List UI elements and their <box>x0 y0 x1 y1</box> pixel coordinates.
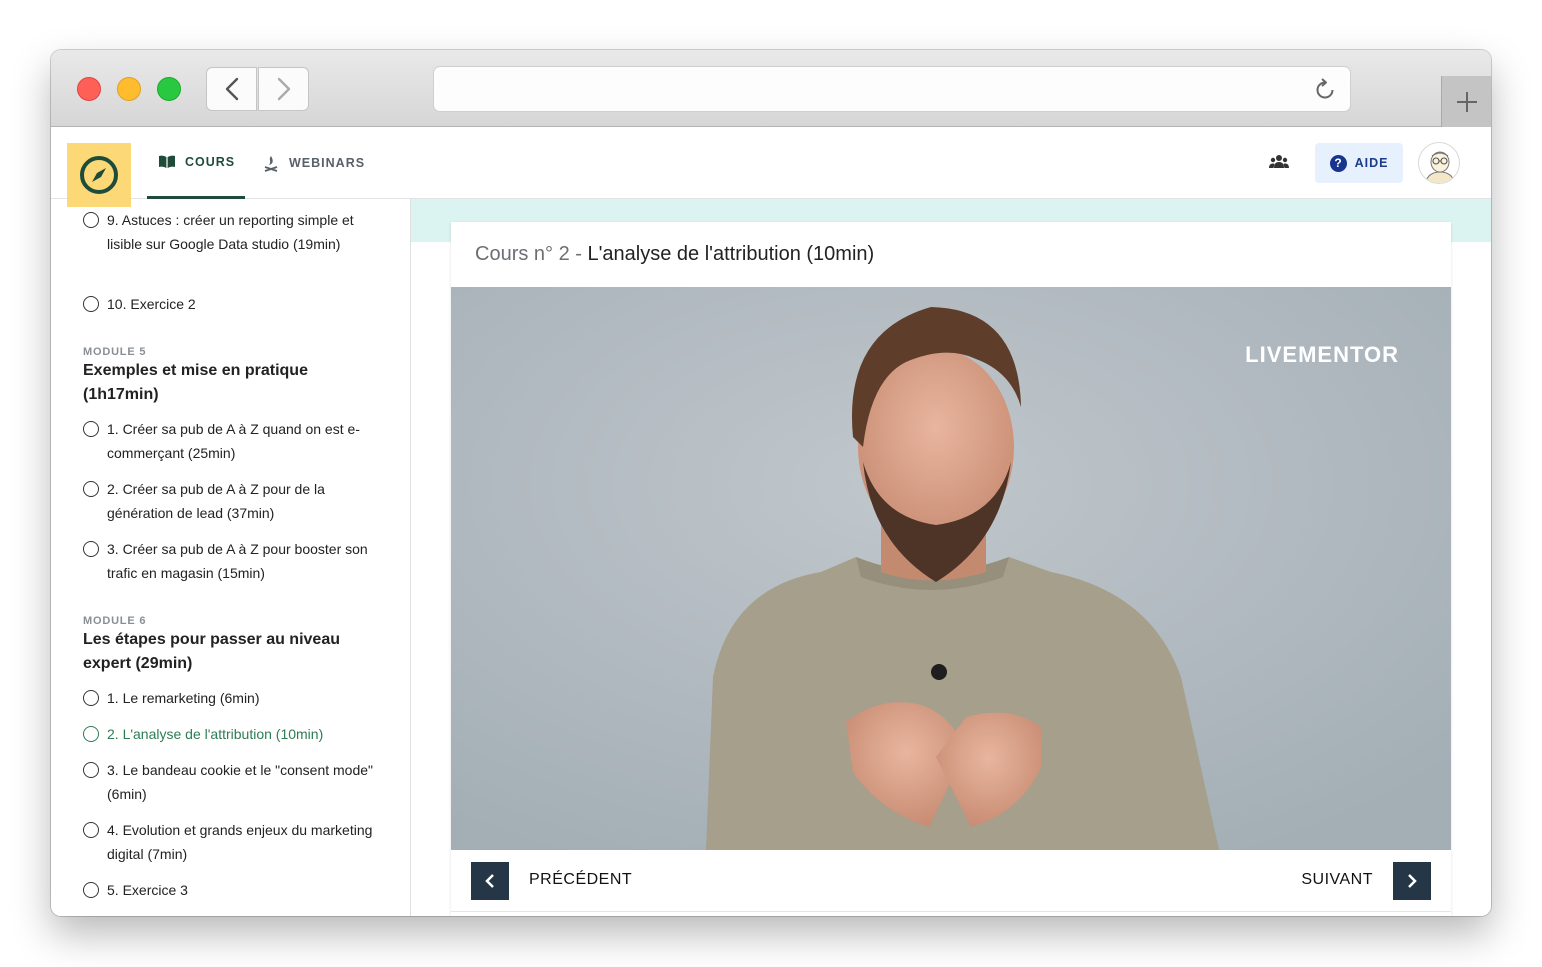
avatar-icon <box>1424 151 1456 183</box>
lesson-radio[interactable] <box>83 762 99 778</box>
lesson-label: 1. Créer sa pub de A à Z quand on est e-… <box>107 421 360 461</box>
lesson-item[interactable]: 4. Evolution et grands enjeux du marketi… <box>83 818 375 866</box>
lesson-radio[interactable] <box>83 726 99 742</box>
browser-back-button[interactable] <box>206 67 257 111</box>
lesson-card: Cours n° 2 - L'analyse de l'attribution … <box>451 222 1451 916</box>
lesson-label: 5. Exercice 3 <box>107 882 188 898</box>
lesson-radio[interactable] <box>83 690 99 706</box>
nav-tab-webinars[interactable]: WEBINARS <box>263 127 365 199</box>
help-label: AIDE <box>1354 156 1389 170</box>
lesson-radio[interactable] <box>83 882 99 898</box>
lesson-item-active[interactable]: 2. L'analyse de l'attribution (10min) <box>83 722 375 746</box>
lesson-item[interactable]: 2. Créer sa pub de A à Z pour de la géné… <box>83 477 375 525</box>
module-title: Exemples et mise en pratique (1h17min) <box>83 362 308 403</box>
lesson-pager: PRÉCÉDENT SUIVANT <box>451 850 1451 912</box>
chevron-left-icon <box>225 77 238 101</box>
lesson-item[interactable]: 9. Astuces : créer un reporting simple e… <box>83 208 375 256</box>
browser-forward-button[interactable] <box>258 67 309 111</box>
browser-toolbar <box>51 50 1491 127</box>
lesson-label: 3. Le bandeau cookie et le "consent mode… <box>107 762 374 802</box>
address-bar[interactable] <box>433 66 1351 112</box>
lesson-label: 10. Exercice 2 <box>107 296 196 312</box>
lesson-item[interactable]: 5. Exercice 3 <box>83 878 375 902</box>
lesson-item[interactable]: 3. Le bandeau cookie et le "consent mode… <box>83 758 375 806</box>
browser-window: COURS WEBINARS ? AIDE 9. Astuces: créer… <box>51 50 1491 916</box>
lesson-number: Cours n° 2 - <box>475 243 588 265</box>
lesson-label: 3. Créer sa pub de A à Z pour booster so… <box>107 541 368 581</box>
module-label: MODULE 5 <box>83 346 147 358</box>
previous-label[interactable]: PRÉCÉDENT <box>529 871 632 889</box>
chevron-right-icon <box>277 77 290 101</box>
compass-logo[interactable] <box>67 143 131 207</box>
module-title: Les étapes pour passer au niveau expert … <box>83 631 340 672</box>
app-header: COURS WEBINARS ? AIDE <box>51 127 1491 207</box>
lesson-title-text: L'analyse de l'attribution (10min) <box>587 243 875 265</box>
nav-tab-label: WEBINARS <box>289 156 366 170</box>
lesson-radio[interactable] <box>83 212 99 228</box>
next-label[interactable]: SUIVANT <box>1301 871 1373 889</box>
book-icon <box>159 155 175 168</box>
nav-tab-label: COURS <box>185 154 236 169</box>
course-outline-sidebar: 9. Astuces : créer un reporting simple e… <box>51 199 411 916</box>
lesson-label: 2. L'analyse de l'attribution (10min) <box>107 726 324 742</box>
lesson-item[interactable]: 3. Créer sa pub de A à Z pour booster so… <box>83 537 375 585</box>
chevron-left-icon <box>485 874 494 888</box>
new-tab-button[interactable] <box>1441 76 1491 127</box>
lesson-item[interactable]: 1. Le remarketing (6min) <box>83 686 375 710</box>
lesson-label: 2. Créer sa pub de A à Z pour de la géné… <box>107 481 325 521</box>
video-player[interactable]: LIVEMENTOR <box>451 287 1451 850</box>
lesson-radio[interactable] <box>83 822 99 838</box>
minimize-window-button[interactable] <box>117 77 141 101</box>
lesson-content: Cours n° 2 - L'analyse de l'attribution … <box>411 199 1491 916</box>
lesson-label: 4. Evolution et grands enjeux du marketi… <box>107 822 373 862</box>
module-label: MODULE 6 <box>83 615 147 627</box>
lesson-item[interactable]: 1. Créer sa pub de A à Z quand on est e-… <box>83 417 375 465</box>
nav-tab-cours[interactable]: COURS <box>147 127 245 199</box>
compass-icon <box>80 156 118 194</box>
chevron-right-icon <box>1408 874 1417 888</box>
plus-icon <box>1456 91 1477 112</box>
lesson-radio[interactable] <box>83 481 99 497</box>
previous-button[interactable] <box>471 862 509 900</box>
lesson-radio[interactable] <box>83 421 99 437</box>
community-icon[interactable] <box>1269 152 1289 172</box>
video-frame <box>451 287 1451 850</box>
lesson-item[interactable]: 10. Exercice 2 <box>83 292 375 316</box>
help-button[interactable]: ? AIDE <box>1315 143 1403 183</box>
close-window-button[interactable] <box>77 77 101 101</box>
lesson-label: 1. Le remarketing (6min) <box>107 690 260 706</box>
lesson-radio[interactable] <box>83 296 99 312</box>
next-button[interactable] <box>1393 862 1431 900</box>
maximize-window-button[interactable] <box>157 77 181 101</box>
lesson-title: Cours n° 2 - L'analyse de l'attribution … <box>475 243 874 266</box>
lesson-label: 9. Astuces : créer un reporting simple e… <box>107 212 354 252</box>
user-avatar[interactable] <box>1418 142 1460 184</box>
video-watermark: LIVEMENTOR <box>1245 342 1399 367</box>
help-icon: ? <box>1329 154 1347 172</box>
campfire-icon <box>264 155 278 172</box>
reload-icon[interactable] <box>1312 77 1338 103</box>
lesson-radio[interactable] <box>83 541 99 557</box>
